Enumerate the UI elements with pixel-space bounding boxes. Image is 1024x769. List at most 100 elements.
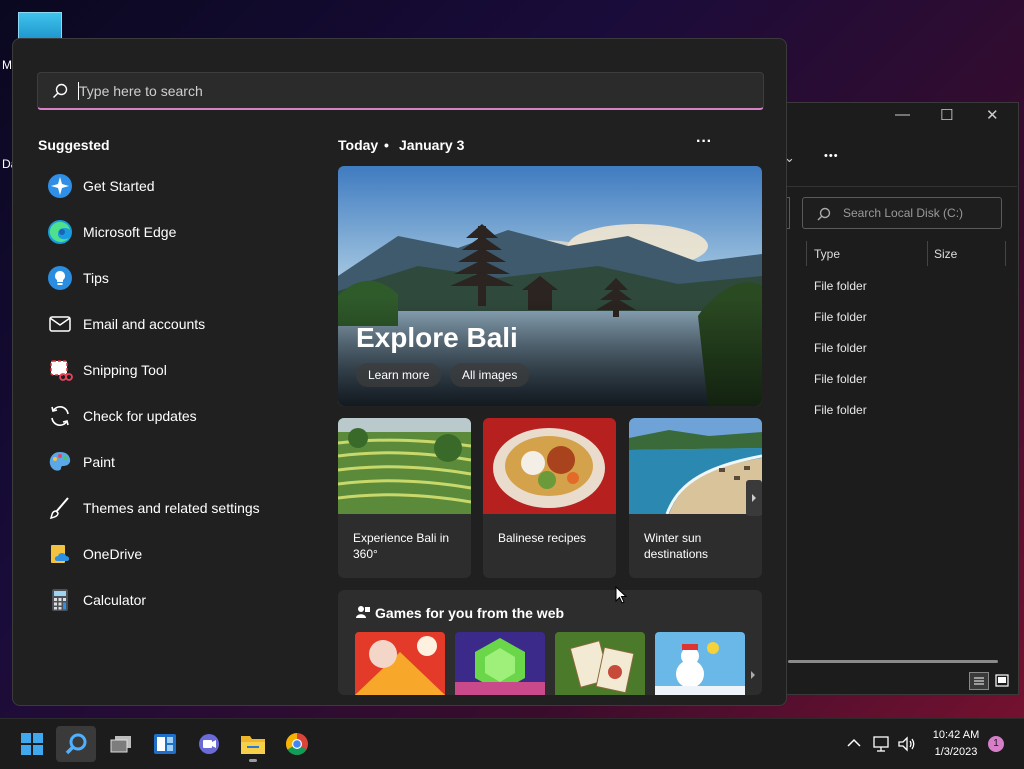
suggested-item-onedrive[interactable]: OneDrive bbox=[47, 535, 307, 575]
get-started-icon bbox=[48, 174, 72, 198]
table-row-type[interactable]: File folder bbox=[814, 372, 867, 386]
suggested-item-tips[interactable]: Tips bbox=[47, 259, 307, 299]
horizontal-scrollbar[interactable] bbox=[788, 660, 998, 663]
divider bbox=[780, 186, 1017, 187]
column-divider bbox=[927, 241, 928, 266]
notification-badge[interactable]: 1 bbox=[988, 736, 1004, 752]
tiles-view-icon[interactable] bbox=[993, 672, 1011, 690]
card-experience-bali[interactable]: Experience Bali in 360° bbox=[338, 418, 471, 578]
card-title: Balinese recipes bbox=[498, 531, 587, 545]
explore-bali-hero[interactable]: Explore Bali Learn more All images bbox=[338, 166, 762, 406]
game-tile[interactable] bbox=[455, 632, 545, 695]
beach-image bbox=[629, 418, 762, 514]
games-section: Games for you from the web bbox=[338, 590, 762, 695]
volume-icon[interactable] bbox=[897, 735, 917, 753]
tips-icon bbox=[48, 266, 72, 290]
explorer-search-input[interactable]: Search Local Disk (C:) bbox=[802, 197, 1002, 229]
game-tile[interactable] bbox=[555, 632, 645, 695]
suggested-item-snipping-tool[interactable]: Snipping Tool bbox=[47, 351, 307, 391]
chat-button[interactable] bbox=[189, 726, 229, 762]
column-divider bbox=[806, 241, 807, 266]
suggested-item-email[interactable]: Email and accounts bbox=[47, 305, 307, 345]
suggested-item-label: Tips bbox=[83, 270, 109, 286]
search-icon bbox=[53, 83, 68, 98]
all-images-button[interactable]: All images bbox=[450, 363, 530, 387]
snipping-tool-icon bbox=[50, 360, 73, 381]
email-icon bbox=[49, 316, 71, 332]
suggested-item-paint[interactable]: Paint bbox=[47, 443, 307, 483]
search-icon bbox=[65, 733, 87, 755]
windows-logo-icon bbox=[21, 733, 43, 755]
card-title: Winter sun destinations bbox=[644, 531, 709, 561]
cards-next-button[interactable] bbox=[746, 480, 762, 516]
clock-time[interactable]: 10:42 AM bbox=[925, 729, 987, 741]
table-row-type[interactable]: File folder bbox=[814, 403, 867, 417]
game-thumbnail bbox=[655, 632, 745, 695]
teams-chat-icon bbox=[199, 734, 219, 754]
folder-icon bbox=[241, 736, 265, 754]
calculator-icon bbox=[52, 589, 68, 611]
games-title: Games for you from the web bbox=[375, 605, 565, 621]
suggested-item-themes[interactable]: Themes and related settings bbox=[47, 489, 307, 529]
card-winter-sun[interactable]: Winter sun destinations bbox=[629, 418, 762, 578]
network-icon[interactable] bbox=[872, 735, 892, 753]
learn-more-button[interactable]: Learn more bbox=[356, 363, 442, 387]
chevron-right-icon[interactable] bbox=[748, 668, 758, 682]
suggested-item-check-updates[interactable]: Check for updates bbox=[47, 397, 307, 437]
suggested-item-calculator[interactable]: Calculator bbox=[47, 581, 307, 621]
more-options-button[interactable]: ••• bbox=[824, 150, 839, 162]
suggested-item-label: Calculator bbox=[83, 592, 147, 608]
refresh-icon bbox=[51, 406, 69, 426]
today-more-button[interactable]: ··· bbox=[696, 133, 712, 151]
game-tile[interactable] bbox=[655, 632, 745, 695]
table-row-type[interactable]: File folder bbox=[814, 310, 867, 324]
game-tile[interactable] bbox=[355, 632, 445, 695]
suggested-item-label: Microsoft Edge bbox=[83, 224, 177, 240]
task-view-button[interactable] bbox=[101, 726, 141, 762]
task-view-icon bbox=[110, 736, 131, 753]
column-header-size[interactable]: Size bbox=[934, 247, 957, 261]
today-date: January 3 bbox=[399, 137, 465, 153]
rice-terraces-image bbox=[338, 418, 471, 514]
card-title: Experience Bali in 360° bbox=[353, 531, 450, 561]
card-balinese-recipes[interactable]: Balinese recipes bbox=[483, 418, 616, 578]
column-divider bbox=[1005, 241, 1006, 266]
suggested-item-get-started[interactable]: Get Started bbox=[47, 167, 307, 207]
chrome-icon bbox=[286, 733, 308, 755]
suggested-item-label: Themes and related settings bbox=[83, 500, 260, 516]
suggested-item-label: Paint bbox=[83, 454, 115, 470]
column-header-type[interactable]: Type bbox=[814, 247, 840, 261]
search-panel: Type here to search Suggested Get Starte… bbox=[12, 38, 787, 706]
details-view-icon[interactable] bbox=[969, 672, 989, 690]
chevron-up-icon[interactable] bbox=[846, 737, 862, 749]
search-placeholder: Type here to search bbox=[79, 83, 203, 99]
file-explorer-taskbar-button[interactable] bbox=[233, 726, 273, 762]
edge-icon bbox=[48, 220, 72, 244]
suggested-item-edge[interactable]: Microsoft Edge bbox=[47, 213, 307, 253]
food-plate-image bbox=[483, 418, 616, 514]
widgets-button[interactable] bbox=[145, 726, 185, 762]
taskbar: 10:42 AM 1/3/2023 1 bbox=[0, 718, 1024, 769]
today-bullet: • bbox=[384, 137, 389, 153]
widgets-icon bbox=[154, 734, 176, 754]
clock-date[interactable]: 1/3/2023 bbox=[925, 746, 987, 758]
suggested-item-label: OneDrive bbox=[83, 546, 143, 562]
close-button[interactable]: ✕ bbox=[986, 106, 999, 124]
chrome-taskbar-button[interactable] bbox=[277, 726, 317, 762]
game-thumbnail bbox=[555, 632, 645, 695]
games-icon bbox=[356, 606, 370, 618]
chevron-right-icon bbox=[752, 494, 756, 502]
brush-icon bbox=[49, 497, 69, 520]
file-explorer-window[interactable] bbox=[780, 102, 1019, 695]
table-row-type[interactable]: File folder bbox=[814, 279, 867, 293]
table-row-type[interactable]: File folder bbox=[814, 341, 867, 355]
desktop-label: M bbox=[2, 58, 12, 72]
onedrive-icon bbox=[51, 545, 70, 563]
start-button[interactable] bbox=[12, 726, 52, 762]
hero-title: Explore Bali bbox=[356, 322, 518, 353]
search-input[interactable]: Type here to search bbox=[37, 72, 764, 110]
search-taskbar-button[interactable] bbox=[56, 726, 96, 762]
game-thumbnail bbox=[355, 632, 445, 695]
maximize-button[interactable]: ☐ bbox=[940, 106, 953, 124]
minimize-button[interactable]: — bbox=[895, 106, 910, 123]
